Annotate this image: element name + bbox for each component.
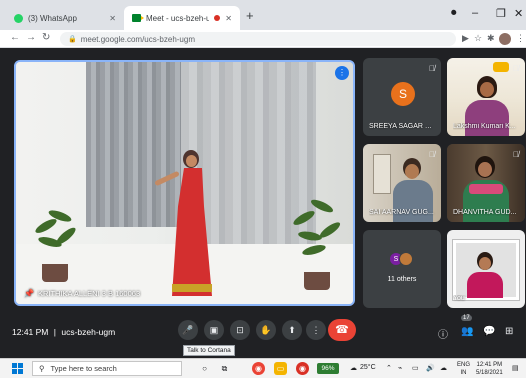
raise-hand-button[interactable]: ✋ (256, 320, 276, 340)
meeting-controls-bar: 12:41 PM | ucs-bzeh-ugm 🎤 ▣ ⊡ ✋ ⬆ ⋮ ☎ Ta… (0, 306, 526, 356)
address-bar: ← → ↻ 🔒 meet.google.com/ucs-bzeh-ugm ▶ ☆… (0, 30, 526, 48)
camera-indicator-icon[interactable]: ▶ (462, 33, 469, 44)
main-participant-label: 📌 KRITHIKA ALLENI 3 B 160063 (24, 289, 140, 298)
back-icon[interactable]: ← (10, 32, 20, 43)
mic-off-icon: 🎙̸ (513, 64, 519, 73)
participant-name: SAI AARNAV GUG... (369, 209, 434, 216)
minimize-icon[interactable]: ‒ (472, 7, 478, 19)
region-code: IN (460, 370, 467, 376)
tab-label: Meet - ucs-bzeh-ugm (146, 13, 210, 23)
clock-date: 5/18/2021 (476, 370, 503, 376)
cortana-icon[interactable]: ○ (198, 362, 211, 375)
pin-icon: 📌 (24, 289, 34, 298)
menu-icon[interactable]: ⋮ (516, 33, 525, 44)
file-explorer-icon[interactable]: ▭ (274, 362, 287, 375)
tab-meet[interactable]: Meet - ucs-bzeh-ugm ✕ (124, 6, 240, 30)
participant-name: You (453, 295, 465, 302)
participant-name: SREEYA SAGAR ME... (369, 123, 437, 130)
tab-label: (3) WhatsApp (28, 13, 77, 23)
meeting-time: 12:41 PM (12, 327, 49, 337)
microphone-button[interactable]: 🎤 (178, 320, 198, 340)
new-tab-button[interactable]: + (246, 8, 254, 23)
search-icon: ⚲ (39, 364, 45, 373)
others-count: 11 others (387, 276, 417, 283)
temperature[interactable]: 25°C (360, 364, 376, 371)
taskbar-search-input[interactable]: ⚲ Type here to search (32, 361, 182, 376)
participant-tile[interactable]: 🎙̸ SAI AARNAV GUG... (363, 144, 441, 222)
task-view-icon[interactable]: ⧉ (218, 362, 231, 375)
end-call-button[interactable]: ☎ (328, 319, 356, 341)
people-icon[interactable]: 👥 (461, 326, 473, 337)
url-input[interactable]: 🔒 meet.google.com/ucs-bzeh-ugm (60, 32, 456, 46)
url-text: meet.google.com/ucs-bzeh-ugm (80, 34, 195, 44)
battery-icon[interactable]: ▭ (412, 364, 419, 372)
whatsapp-icon (14, 13, 23, 23)
windows-start-icon[interactable] (12, 363, 23, 374)
search-placeholder: Type here to search (50, 364, 117, 373)
avatar: S (391, 82, 415, 106)
captions-button[interactable]: ⊡ (230, 320, 250, 340)
recording-status-icon[interactable]: ⏺ (451, 7, 457, 20)
participant-dancer (154, 150, 234, 300)
tab-whatsapp[interactable]: (3) WhatsApp ✕ (6, 6, 124, 30)
chat-icon[interactable]: 💬 (483, 326, 495, 337)
decoration-toy (493, 62, 509, 72)
chevron-up-icon[interactable]: ⌃ (386, 364, 392, 372)
participant-name: DHANVITHA GUD... (453, 209, 517, 216)
forward-icon[interactable]: → (26, 32, 36, 43)
participant-tile[interactable]: S 🎙̸ SREEYA SAGAR ME... (363, 58, 441, 136)
separator: | (53, 327, 56, 337)
activities-icon[interactable]: ⊞ (505, 326, 513, 337)
chrome-icon[interactable]: ◉ (252, 362, 265, 375)
onedrive-icon[interactable]: ☁ (440, 364, 447, 372)
cortana-tooltip: Talk to Cortana (183, 345, 235, 356)
mic-off-icon: 🎙̸ (429, 150, 435, 159)
tab-strip: (3) WhatsApp ✕ Meet - ucs-bzeh-ugm ✕ + ⏺… (0, 0, 526, 30)
network-icon[interactable]: ⌁ (398, 364, 402, 372)
volume-icon[interactable]: 🔊 (426, 364, 435, 372)
present-button[interactable]: ⬆ (282, 320, 302, 340)
participant-tile[interactable]: 🎙̸ DHANVITHA GUD... (447, 144, 525, 222)
avatar[interactable] (499, 33, 511, 45)
clock-time: 12:41 PM (476, 362, 503, 368)
participant-name: KRITHIKA ALLENI 3 B 160063 (37, 289, 141, 298)
meeting-code: ucs-bzeh-ugm (61, 327, 116, 337)
restore-icon[interactable]: ❐ (496, 7, 506, 20)
door (373, 154, 391, 194)
participant-tile[interactable]: 🎙̸ Lakshmi Kumari K... (447, 58, 525, 136)
chrome-profile-icon[interactable]: ◉ (296, 362, 309, 375)
camera-button[interactable]: ▣ (204, 320, 224, 340)
info-icon[interactable]: ⓘ (438, 326, 448, 341)
reload-icon[interactable]: ↻ (42, 32, 50, 43)
lock-icon: 🔒 (68, 36, 77, 43)
mic-off-icon: 🎙̸ (513, 150, 519, 159)
weather-icon[interactable]: ☁ (350, 364, 357, 372)
close-tab-icon[interactable]: ✕ (109, 14, 116, 23)
battery-indicator[interactable]: 96% (317, 363, 339, 374)
main-video-tile[interactable]: ⋮ 📌 KRITHIKA ALLENI 3 B 160063 (14, 60, 355, 306)
recording-indicator-icon (214, 15, 221, 21)
taskbar: ⚲ Type here to search ○ ⧉ ◉ ▭ ◉ 96% ☁ 25… (0, 358, 526, 378)
meet-icon (132, 14, 144, 22)
mic-off-icon: 🎙̸ (429, 64, 435, 73)
meeting-details: 12:41 PM | ucs-bzeh-ugm (12, 327, 115, 337)
self-tile[interactable]: You (447, 230, 525, 308)
language-code: ENG (457, 362, 471, 368)
notifications-icon[interactable]: ▤ (512, 364, 519, 372)
close-window-icon[interactable]: ✕ (514, 7, 523, 20)
audio-level-icon: ⋮ (335, 66, 349, 80)
extensions-icon[interactable]: ✱ (487, 33, 495, 44)
bookmark-icon[interactable]: ☆ (474, 33, 482, 44)
participant-name: Lakshmi Kumari K... (453, 123, 516, 130)
more-options-button[interactable]: ⋮ (306, 320, 326, 340)
avatar (399, 252, 413, 266)
language-indicator[interactable]: ENG IN (457, 361, 470, 377)
others-tile[interactable]: S 11 others (363, 230, 441, 308)
meet-stage: ⋮ 📌 KRITHIKA ALLENI 3 B 160063 S 🎙̸ SREE… (0, 48, 526, 356)
system-clock[interactable]: 12:41 PM 5/18/2021 (476, 361, 503, 377)
participant-count-badge: 17 (461, 315, 472, 321)
close-tab-icon[interactable]: ✕ (225, 14, 232, 23)
others-avatars: S (389, 252, 413, 266)
